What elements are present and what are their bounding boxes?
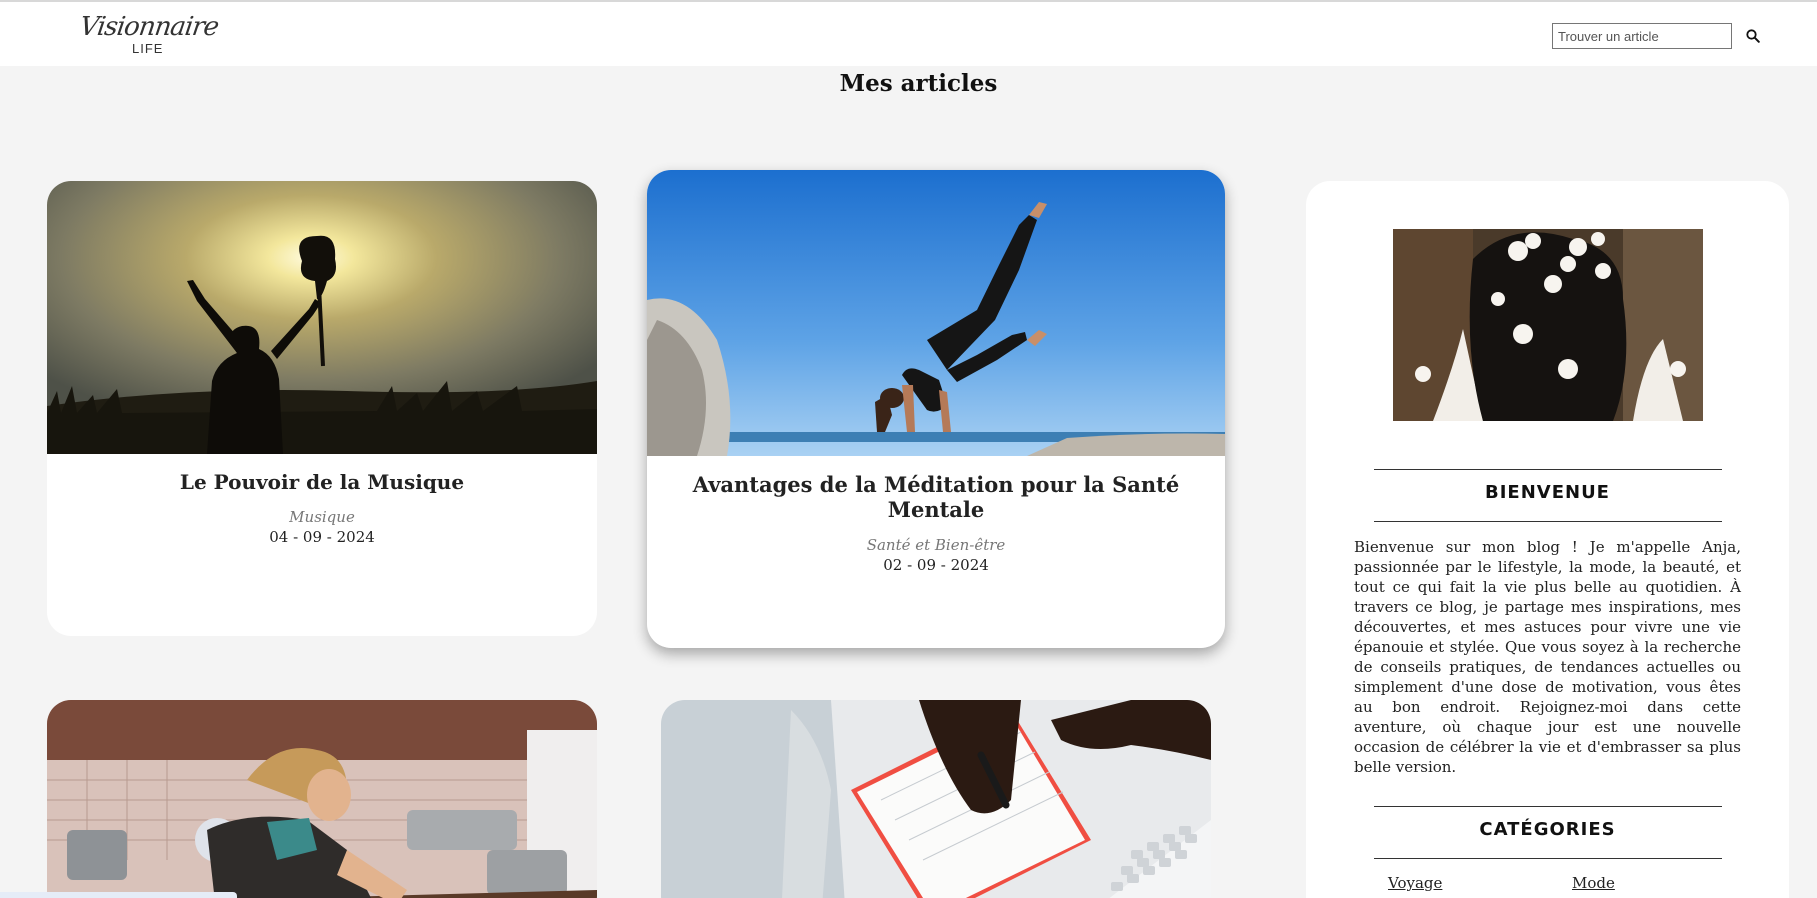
logo-script-text: Visionnaire <box>77 12 221 42</box>
welcome-text: Bienvenue sur mon blog ! Je m'appelle An… <box>1354 538 1741 776</box>
welcome-heading: BIENVENUE <box>1485 482 1610 503</box>
article-title[interactable]: Le Pouvoir de la Musique <box>47 470 597 494</box>
profile-image <box>1393 229 1703 421</box>
categories-heading: CATÉGORIES <box>1479 819 1616 840</box>
article-date: 02 - 09 - 2024 <box>883 556 989 574</box>
article-image-music <box>47 181 597 454</box>
article-card[interactable]: Avantages de la Méditation pour la Santé… <box>647 170 1225 648</box>
article-category: Musique <box>289 508 355 526</box>
article-image-meditation <box>647 170 1225 456</box>
divider <box>1374 806 1722 807</box>
article-category: Santé et Bien-être <box>866 536 1006 554</box>
logo-subtitle: LIFE <box>132 41 164 56</box>
bottom-status-strip <box>0 892 237 898</box>
page-title: Mes articles <box>839 70 998 97</box>
article-card[interactable] <box>47 700 597 898</box>
category-link-voyage[interactable]: Voyage <box>1388 874 1442 892</box>
site-logo[interactable]: Visionnaire LIFE <box>78 10 220 56</box>
search-button[interactable] <box>1742 26 1764 48</box>
sidebar: BIENVENUE Bienvenue sur mon blog ! Je m'… <box>1306 181 1789 898</box>
site-header: Visionnaire LIFE <box>0 2 1817 66</box>
article-image-writing <box>661 700 1211 898</box>
divider <box>1374 469 1722 470</box>
article-image-cooking <box>47 700 597 898</box>
divider <box>1374 521 1722 522</box>
article-title[interactable]: Avantages de la Méditation pour la Santé… <box>647 472 1225 522</box>
divider <box>1374 858 1722 859</box>
article-card[interactable] <box>661 700 1211 898</box>
article-date: 04 - 09 - 2024 <box>269 528 375 546</box>
search-input[interactable] <box>1552 23 1732 49</box>
search-icon <box>1746 28 1760 43</box>
article-card[interactable]: Le Pouvoir de la Musique Musique 04 - 09… <box>47 181 597 636</box>
category-link-mode[interactable]: Mode <box>1572 874 1615 892</box>
